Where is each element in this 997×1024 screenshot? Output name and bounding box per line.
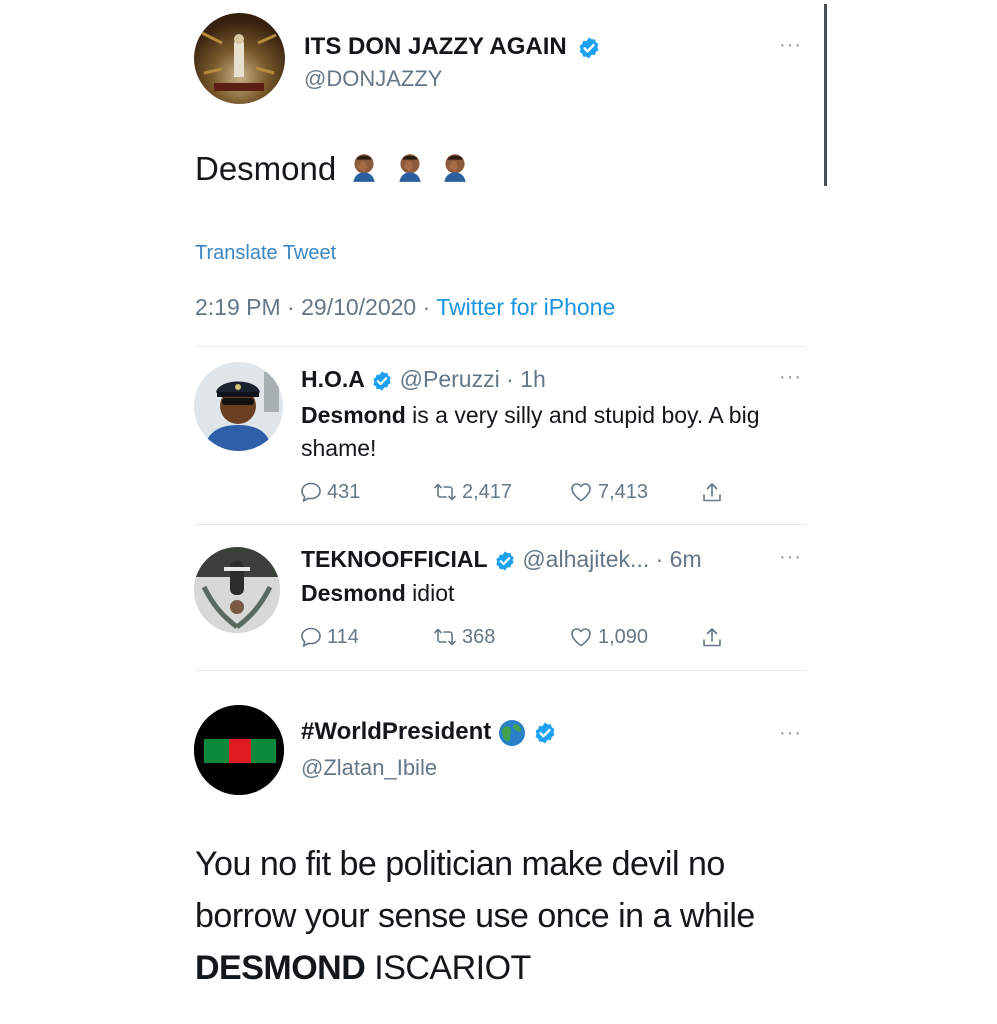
facepalm-emoji-icon	[393, 150, 427, 184]
display-name-text[interactable]: TEKNOOFFICIAL	[301, 546, 488, 572]
reply-count: 114	[327, 625, 359, 648]
avatar-image-icon	[201, 31, 277, 91]
avatar-image-icon	[194, 362, 283, 451]
tweet-text-line: DESMOND ISCARIOT	[195, 942, 755, 994]
meta-separator: ·	[287, 294, 295, 320]
more-options-icon[interactable]: ···	[779, 723, 802, 743]
divider	[195, 524, 806, 525]
share-icon	[700, 480, 724, 506]
reply-text: Desmond idiot	[301, 580, 454, 607]
retweet-count: 368	[462, 625, 496, 648]
more-options-icon[interactable]: ···	[779, 367, 802, 387]
verified-badge-icon	[533, 721, 557, 745]
translate-tweet-link[interactable]: Translate Tweet	[195, 242, 336, 265]
tweet-text: Desmond	[195, 150, 472, 188]
tweet-source-link[interactable]: Twitter for iPhone	[436, 294, 615, 320]
avatar-flag-icon	[194, 705, 284, 795]
more-options-icon[interactable]: ···	[779, 547, 802, 567]
reply-text-bold: Desmond	[301, 580, 406, 606]
divider	[195, 346, 806, 347]
tweet-meta: 2:19 PM · 29/10/2020 · Twitter for iPhon…	[195, 294, 615, 321]
reply-count: 431	[327, 480, 361, 503]
tweet-text-line: borrow your sense use once in a while	[195, 897, 755, 935]
share-icon	[700, 625, 724, 651]
tweet-date: 29/10/2020	[301, 294, 417, 320]
avatar-image-icon	[194, 547, 280, 633]
tweet-time: 2:19 PM	[195, 294, 281, 320]
verified-badge-icon	[371, 370, 393, 392]
tweet-text-bold: DESMOND	[195, 949, 366, 987]
display-name-text[interactable]: H.O.A	[301, 366, 365, 392]
tweet-text-line: You no fit be politician make devil no	[195, 845, 725, 883]
reply-text-rest: idiot	[405, 580, 455, 606]
like-button[interactable]: 7,413	[568, 480, 648, 504]
reply-header: TEKNOOFFICIAL @alhajitek... · 6m	[301, 546, 702, 573]
like-count: 7,413	[598, 480, 649, 503]
verified-badge-icon	[494, 550, 516, 572]
reply-header: H.O.A @Peruzzi · 1h	[301, 366, 546, 393]
display-name-text: ITS DON JAZZY AGAIN	[304, 33, 567, 60]
handle[interactable]: @Peruzzi	[400, 366, 500, 392]
avatar-zlatan[interactable]	[194, 705, 284, 795]
retweet-count: 2,417	[462, 480, 513, 503]
share-button[interactable]	[700, 625, 724, 651]
retweet-icon	[432, 480, 458, 504]
retweet-icon	[432, 625, 458, 649]
reply-icon	[299, 625, 323, 649]
reply-icon	[299, 480, 323, 504]
scroll-indicator	[824, 4, 827, 186]
facepalm-emoji-icon	[438, 150, 472, 184]
share-button[interactable]	[700, 480, 724, 506]
like-count: 1,090	[598, 625, 649, 648]
verified-badge-icon	[577, 36, 601, 60]
like-button[interactable]: 1,090	[568, 625, 648, 649]
avatar-donjazzy[interactable]	[194, 13, 285, 104]
reply-text-bold: Desmond	[301, 402, 406, 428]
globe-emoji-icon	[498, 719, 525, 746]
reply-button[interactable]: 114	[299, 625, 359, 649]
avatar-peruzzi[interactable]	[194, 362, 283, 451]
tweet-text-rest: ISCARIOT	[365, 949, 531, 987]
reply-text: Desmond is a very silly and stupid boy. …	[301, 399, 811, 465]
reply-button[interactable]: 431	[299, 480, 360, 504]
divider	[195, 670, 806, 671]
tweet-text: You no fit be politician make devil no b…	[195, 838, 755, 994]
facepalm-emoji-icon	[347, 150, 381, 184]
more-options-icon[interactable]: ···	[779, 35, 802, 55]
display-name[interactable]: #WorldPresident	[301, 718, 557, 747]
display-name-text: #WorldPresident	[301, 718, 492, 745]
meta-separator: ·	[422, 294, 431, 320]
tweet-text-body: Desmond	[195, 150, 337, 187]
handle[interactable]: @alhajitek...	[522, 546, 649, 572]
avatar-alhajitek[interactable]	[194, 547, 280, 633]
retweet-button[interactable]: 368	[432, 625, 495, 649]
like-icon	[568, 625, 594, 649]
retweet-button[interactable]: 2,417	[432, 480, 512, 504]
reply-age: · 1h	[506, 366, 546, 392]
handle[interactable]: @Zlatan_Ibile	[301, 755, 437, 781]
like-icon	[568, 480, 594, 504]
handle[interactable]: @DONJAZZY	[304, 66, 442, 92]
display-name[interactable]: ITS DON JAZZY AGAIN	[304, 33, 601, 61]
reply-age: · 6m	[655, 546, 702, 572]
